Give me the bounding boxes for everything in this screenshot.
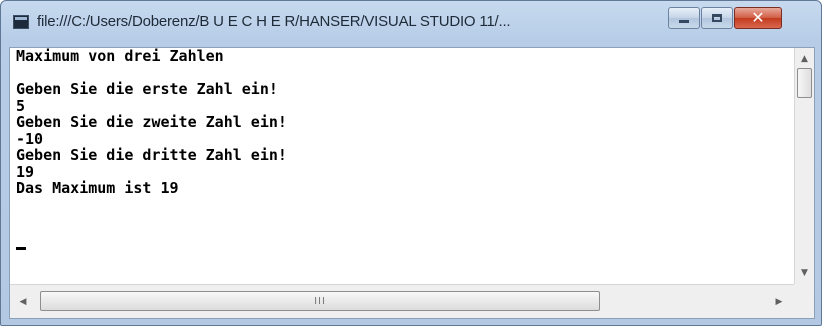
console-line: -10	[16, 129, 44, 148]
console-app-icon[interactable]	[13, 15, 29, 29]
grip-icon: III	[314, 295, 326, 307]
minimize-icon	[679, 19, 689, 23]
close-icon: ✕	[751, 8, 765, 27]
vertical-scroll-thumb[interactable]	[797, 68, 812, 98]
horizontal-scrollbar[interactable]: ◀ III ▶	[10, 284, 794, 318]
scrollbar-corner	[794, 284, 814, 318]
scroll-down-icon[interactable]: ▼	[795, 264, 814, 282]
close-button[interactable]: ✕	[734, 7, 782, 29]
console-line: Geben Sie die dritte Zahl ein!	[16, 146, 287, 164]
minimize-button[interactable]	[668, 7, 700, 29]
vertical-scrollbar[interactable]: ▲ ▼	[794, 48, 814, 284]
title-bar[interactable]: file:///C:/Users/Doberenz/B U E C H E R/…	[1, 1, 821, 47]
console-line: Geben Sie die erste Zahl ein!	[16, 80, 278, 98]
console-output[interactable]: Maximum von drei Zahlen Geben Sie die er…	[10, 48, 794, 284]
maximize-icon	[712, 14, 722, 22]
scroll-left-icon[interactable]: ◀	[14, 293, 32, 311]
window-title: file:///C:/Users/Doberenz/B U E C H E R/…	[37, 13, 511, 30]
console-line: Maximum von drei Zahlen	[16, 48, 224, 65]
console-line: Das Maximum ist 19	[16, 179, 179, 197]
scroll-up-icon[interactable]: ▲	[795, 50, 814, 68]
console-line: 5	[16, 96, 26, 115]
horizontal-scroll-thumb[interactable]: III	[40, 291, 600, 311]
console-client-area: Maximum von drei Zahlen Geben Sie die er…	[9, 47, 815, 319]
text-cursor	[16, 247, 26, 250]
console-line: Geben Sie die zweite Zahl ein!	[16, 113, 287, 131]
console-window: file:///C:/Users/Doberenz/B U E C H E R/…	[0, 0, 822, 326]
scroll-right-icon[interactable]: ▶	[770, 293, 788, 311]
console-line: 19	[16, 162, 35, 181]
maximize-button[interactable]	[701, 7, 733, 29]
